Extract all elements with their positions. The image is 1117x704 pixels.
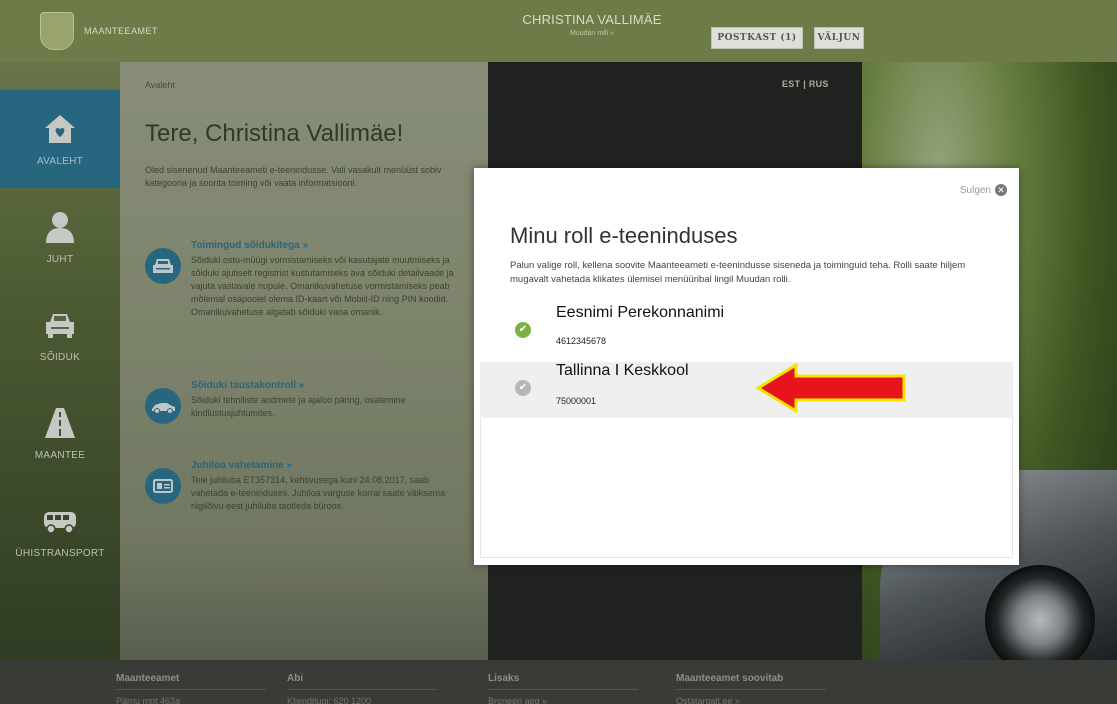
footer-column-lisaks: Lisaks Broneeri aeg » xyxy=(488,673,638,704)
role-select-modal: Sulgen ✕ Minu roll e-teeninduses Palun v… xyxy=(474,168,1019,565)
footer-heading: Abi xyxy=(287,673,437,690)
footer-column-soovitab: Maanteeamet soovitab Ostatargalt.ee » xyxy=(676,673,826,704)
mailbox-button[interactable]: POSTKAST (1) xyxy=(711,27,803,49)
annotation-arrow-icon xyxy=(756,363,906,413)
top-bar: Maanteeamet CHRISTINA VALLIMÄE Muudan ro… xyxy=(0,0,1117,62)
check-icon: ✔ xyxy=(515,380,531,396)
role-name: Tallinna I Keskkool xyxy=(556,362,689,379)
footer: Maanteeamet Pärnu mnt 463a Abi Klienditu… xyxy=(0,660,1117,704)
footer-text: Pärnu mnt 463a xyxy=(116,696,181,704)
modal-title: Minu roll e-teeninduses xyxy=(510,223,738,248)
footer-column-abi: Abi Klienditugi: 620 1200 xyxy=(287,673,437,704)
role-code: 75000001 xyxy=(556,396,597,406)
change-role-link[interactable]: Muudan rolli » xyxy=(504,30,680,37)
footer-text: Klienditugi: 620 1200 xyxy=(287,696,372,704)
footer-column-maanteeamet: Maanteeamet Pärnu mnt 463a xyxy=(116,673,266,704)
role-name: Eesnimi Perekonnanimi xyxy=(556,304,725,321)
role-option-school[interactable]: ✔ Tallinna I Keskkool 75000001 xyxy=(480,362,1013,420)
footer-heading: Maanteeamet xyxy=(116,673,266,690)
modal-description: Palun valige roll, kellena soovite Maant… xyxy=(510,260,966,285)
crest-icon xyxy=(40,12,74,50)
role-code: 4612345678 xyxy=(556,336,607,346)
footer-heading: Maanteeamet soovitab xyxy=(676,673,826,690)
user-block: CHRISTINA VALLIMÄE Muudan rolli » xyxy=(504,12,680,37)
footer-link[interactable]: Broneeri aeg » xyxy=(488,696,638,704)
role-option-person[interactable]: ✔ Eesnimi Perekonnanimi 4612345678 xyxy=(480,304,1013,362)
user-name: CHRISTINA VALLIMÄE xyxy=(522,12,662,27)
close-label: Sulgen xyxy=(959,184,991,196)
modal-empty-area xyxy=(480,418,1013,558)
brand[interactable]: Maanteeamet xyxy=(40,12,158,50)
footer-heading: Lisaks xyxy=(488,673,638,690)
close-button[interactable]: Sulgen ✕ xyxy=(960,184,1007,196)
check-icon: ✔ xyxy=(515,322,531,338)
footer-link[interactable]: Ostatargalt.ee » xyxy=(676,696,826,704)
close-icon: ✕ xyxy=(995,184,1007,196)
logout-button[interactable]: VÄLJUN xyxy=(814,27,864,49)
brand-name: Maanteeamet xyxy=(84,26,159,36)
